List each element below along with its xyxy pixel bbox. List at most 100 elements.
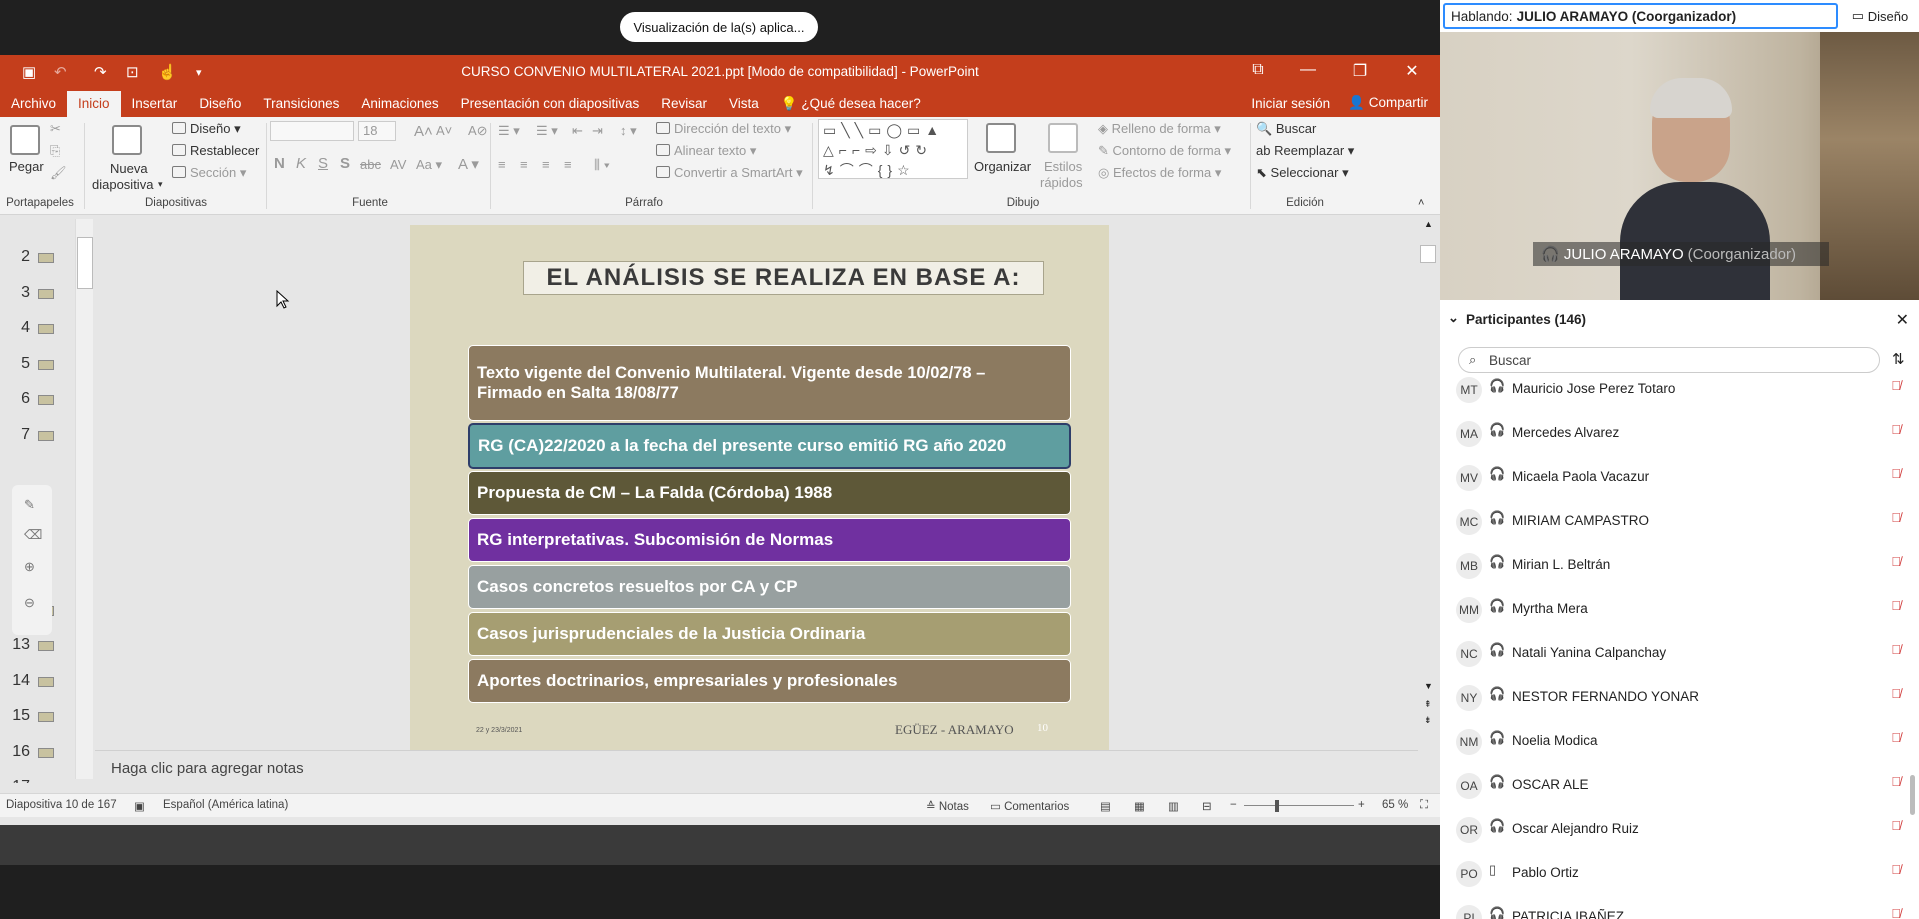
cut-icon[interactable]: ✂ — [50, 121, 61, 137]
tell-me-box[interactable]: 💡 ¿Qué desea hacer? — [770, 91, 932, 117]
participant-row[interactable]: MB 🎧 Mirian L. Beltrán 🎙̸ — [1440, 543, 1919, 587]
decrease-font-icon[interactable]: A˅ — [436, 123, 452, 138]
align-right-icon[interactable]: ≡ — [542, 157, 550, 172]
scroll-down-icon[interactable]: ▼ — [1424, 681, 1433, 691]
minimize-icon[interactable]: — — [1288, 61, 1328, 79]
muted-mic-icon[interactable]: 🎙̸ — [1891, 598, 1901, 613]
new-slide-button[interactable]: Nueva — [110, 161, 148, 176]
zoom-out-icon[interactable]: ⊖ — [24, 595, 35, 611]
tab-revisar[interactable]: Revisar — [650, 91, 718, 117]
sort-icon[interactable]: ⇅ — [1892, 350, 1905, 368]
previous-slide-icon[interactable]: ⇞ — [1424, 699, 1432, 710]
slide-thumbnail[interactable]: 7 — [0, 426, 60, 446]
content-item[interactable]: RG interpretativas. Subcomisión de Norma… — [468, 518, 1071, 562]
participant-row[interactable]: NC 🎧 Natali Yanina Calpanchay 🎙̸ — [1440, 631, 1919, 675]
paste-button[interactable]: Pegar — [9, 159, 44, 174]
participant-row[interactable]: NY 🎧 NESTOR FERNANDO YONAR 🎙̸ — [1440, 675, 1919, 719]
muted-mic-icon[interactable]: 🎙̸ — [1891, 422, 1901, 437]
italic-icon[interactable]: K — [296, 155, 306, 172]
close-icon[interactable]: ✕ — [1392, 61, 1432, 81]
participant-row[interactable]: MC 🎧 MIRIAM CAMPASTRO 🎙̸ — [1440, 499, 1919, 543]
slideshow-view-icon[interactable]: ⊟ — [1202, 799, 1212, 813]
slide-thumbnail[interactable]: 17 — [0, 778, 60, 783]
columns-icon[interactable]: ⫼ ▾ — [594, 157, 610, 173]
zoom-slider[interactable] — [1244, 805, 1354, 806]
replace-button[interactable]: ab Reemplazar ▾ — [1256, 143, 1354, 159]
language-indicator[interactable]: Español (América latina) — [163, 799, 288, 811]
participant-row[interactable]: PI 🎧 PATRICIA IBAÑEZ 🎙̸ — [1440, 895, 1919, 919]
new-slide-icon[interactable] — [112, 125, 142, 155]
copy-icon[interactable]: ⎘ — [50, 143, 60, 159]
change-case-icon[interactable]: Aa ▾ — [416, 157, 442, 173]
muted-mic-icon[interactable]: 🎙̸ — [1891, 642, 1901, 657]
scrollbar-thumb[interactable] — [77, 237, 93, 289]
increase-indent-icon[interactable]: ⇥ — [592, 123, 603, 139]
section-button[interactable]: Sección ▾ — [172, 165, 246, 181]
spell-check-icon[interactable]: ▣ — [134, 799, 145, 813]
zoom-slider-handle[interactable] — [1275, 800, 1279, 812]
tab-animaciones[interactable]: Animaciones — [350, 91, 449, 117]
muted-mic-icon[interactable]: 🎙̸ — [1891, 730, 1901, 745]
quick-styles-button-line2[interactable]: rápidos — [1040, 175, 1083, 190]
slide-thumbnail[interactable]: 3 — [0, 284, 60, 304]
tab-archivo[interactable]: Archivo — [0, 91, 67, 117]
maximize-icon[interactable]: ❐ — [1340, 61, 1380, 81]
decrease-indent-icon[interactable]: ⇤ — [572, 123, 583, 139]
find-button[interactable]: 🔍 Buscar — [1256, 121, 1316, 137]
ribbon-display-options-icon[interactable]: ⧉ — [1238, 61, 1278, 79]
participant-row[interactable]: OA 🎧 OSCAR ALE 🎙̸ — [1440, 763, 1919, 807]
align-left-icon[interactable]: ≡ — [498, 157, 506, 172]
muted-mic-icon[interactable]: 🎙̸ — [1891, 906, 1901, 919]
zoom-in-button[interactable]: + — [1358, 799, 1365, 811]
content-item[interactable]: Casos jurisprudenciales de la Justicia O… — [468, 612, 1071, 656]
next-slide-icon[interactable]: ⇟ — [1424, 715, 1432, 726]
participants-header[interactable]: ⌄ Participantes (146) ✕ — [1440, 308, 1919, 332]
quick-styles-button[interactable]: Estilos — [1044, 159, 1082, 174]
slide-thumbnail[interactable]: 4 — [0, 319, 60, 339]
slide-thumbnail[interactable]: 2 — [0, 248, 60, 268]
clear-formatting-icon[interactable]: A⊘ — [468, 123, 488, 139]
shape-outline-button[interactable]: ✎ Contorno de forma ▾ — [1098, 143, 1231, 159]
muted-mic-icon[interactable]: 🎙̸ — [1891, 554, 1901, 569]
fit-to-window-icon[interactable]: ⛶ — [1420, 799, 1428, 812]
slide-thumbnail[interactable]: 13 — [0, 636, 60, 656]
thumbnails-scrollbar[interactable] — [75, 219, 93, 779]
new-slide-button-line2[interactable]: diapositiva — [92, 177, 153, 192]
reading-view-icon[interactable]: ▥ — [1168, 799, 1179, 813]
participant-row[interactable]: MT 🎧 Mauricio Jose Perez Totaro 🎙̸ — [1440, 375, 1919, 411]
close-icon[interactable]: ✕ — [1896, 310, 1909, 330]
scroll-up-icon[interactable]: ▲ — [1424, 219, 1433, 229]
bullets-icon[interactable]: ☰ ▾ — [498, 123, 520, 139]
arrange-button[interactable]: Organizar — [974, 159, 1031, 174]
pen-tool-icon[interactable]: ✎ — [24, 497, 35, 513]
muted-mic-icon[interactable]: 🎙̸ — [1891, 466, 1901, 481]
muted-mic-icon[interactable]: 🎙̸ — [1891, 774, 1901, 789]
screen-share-notice[interactable]: Visualización de la(s) aplica... — [620, 12, 818, 42]
muted-mic-icon[interactable]: 🎙̸ — [1891, 818, 1901, 833]
shadow-icon[interactable]: S — [340, 155, 350, 172]
content-item[interactable]: Propuesta de CM – La Falda (Córdoba) 198… — [468, 471, 1071, 515]
arrange-icon[interactable] — [986, 123, 1016, 153]
tab-presentacion[interactable]: Presentación con diapositivas — [450, 91, 651, 117]
participants-search-input[interactable]: ⌕ Buscar — [1458, 347, 1880, 373]
quick-styles-icon[interactable] — [1048, 123, 1078, 153]
content-item[interactable]: Aportes doctrinarios, empresariales y pr… — [468, 659, 1071, 703]
tab-inicio[interactable]: Inicio — [67, 91, 121, 117]
participant-row[interactable]: MA 🎧 Mercedes Alvarez 🎙̸ — [1440, 411, 1919, 455]
slide-thumbnail[interactable]: 6 — [0, 390, 60, 410]
slide-thumbnail[interactable]: 16 — [0, 743, 60, 763]
font-color-icon[interactable]: A ▾ — [458, 155, 479, 173]
sign-in-link[interactable]: Iniciar sesión — [1251, 96, 1330, 111]
content-item[interactable]: Texto vigente del Convenio Multilateral.… — [468, 345, 1071, 421]
select-button[interactable]: ⬉ Seleccionar ▾ — [1256, 165, 1349, 181]
slide-thumbnail[interactable]: 14 — [0, 672, 60, 692]
paste-icon[interactable] — [10, 125, 40, 155]
slide-title[interactable]: EL ANÁLISIS SE REALIZA EN BASE A: — [523, 261, 1044, 295]
normal-view-icon[interactable]: ▤ — [1100, 799, 1111, 813]
tab-diseno[interactable]: Diseño — [188, 91, 252, 117]
participant-row[interactable]: MV 🎧 Micaela Paola Vacazur 🎙̸ — [1440, 455, 1919, 499]
smartart-button[interactable]: Convertir a SmartArt ▾ — [656, 165, 803, 181]
reset-button[interactable]: Restablecer — [172, 143, 259, 158]
shape-effects-button[interactable]: ◎ Efectos de forma ▾ — [1098, 165, 1221, 181]
layout-button[interactable]: Diseño ▾ — [172, 121, 241, 137]
